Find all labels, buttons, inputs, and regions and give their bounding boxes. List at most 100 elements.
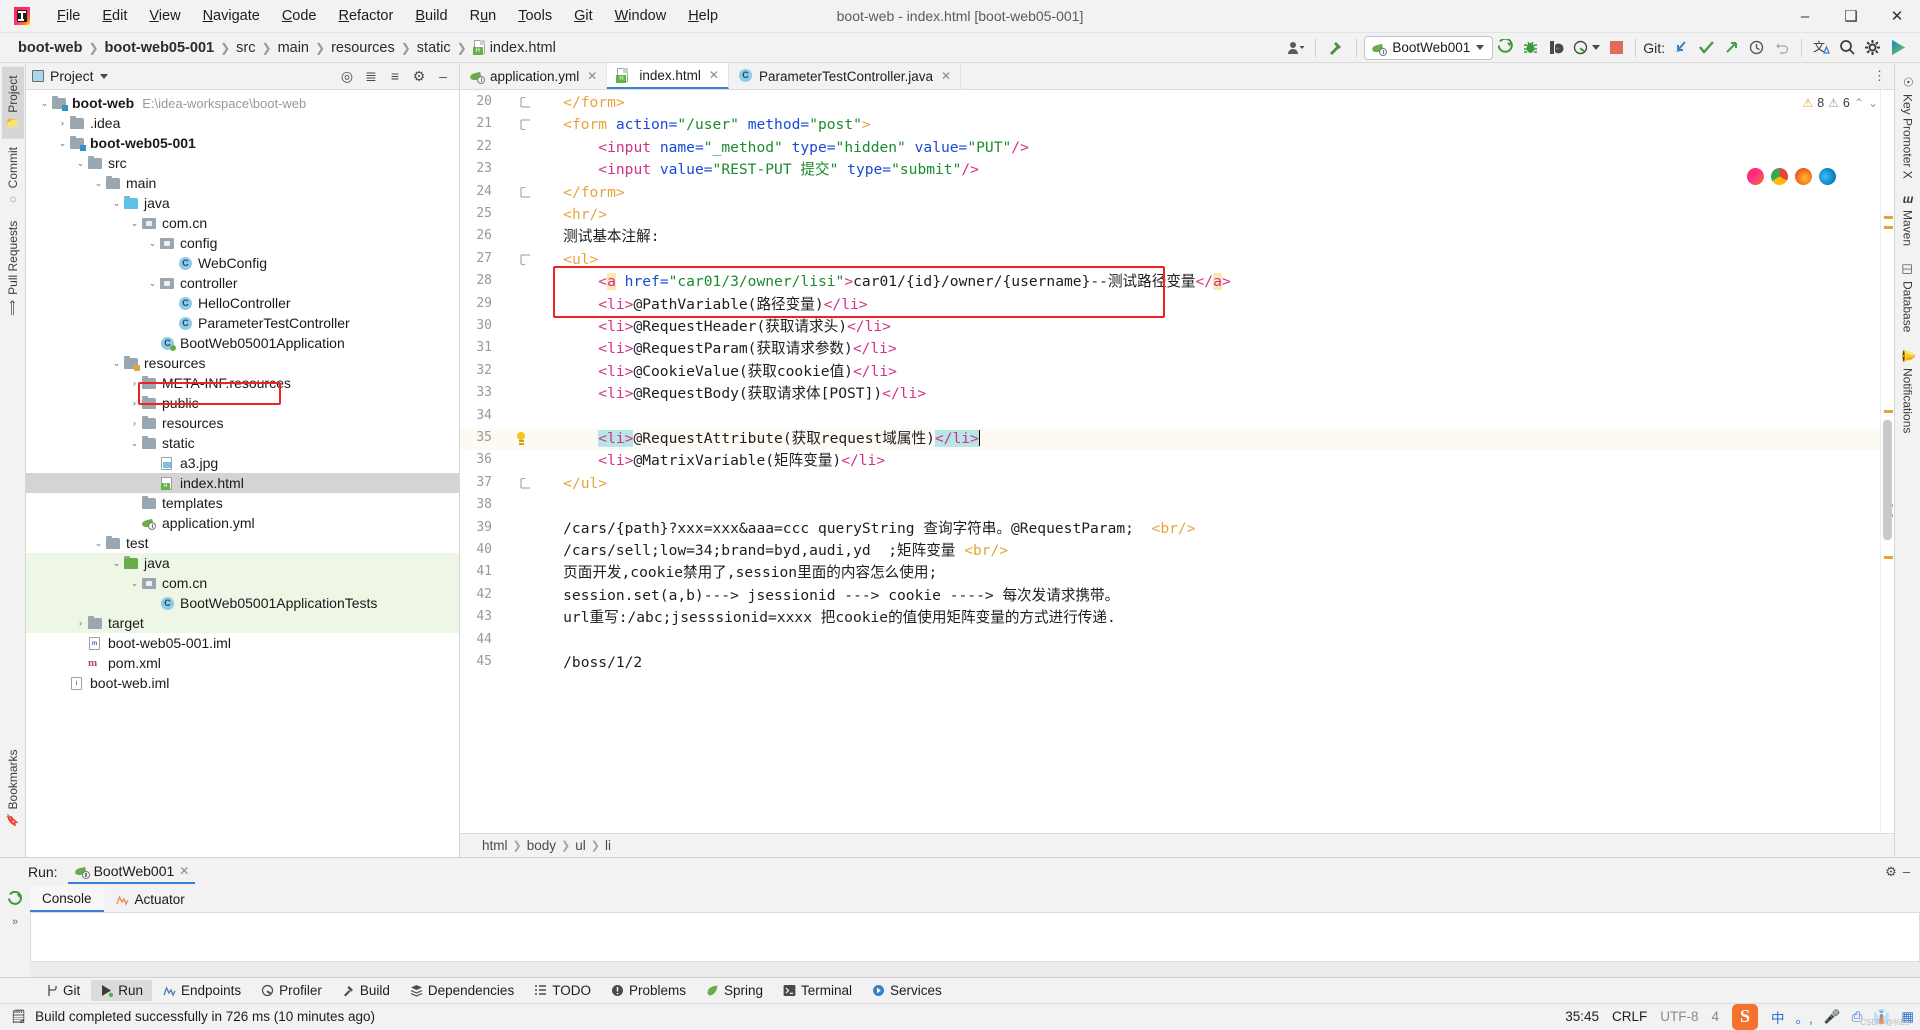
- sidebar-item-pull-requests[interactable]: ⟸ Pull Requests: [2, 213, 24, 324]
- tool-window-button-terminal[interactable]: Terminal: [774, 980, 861, 1001]
- chevron-down-icon[interactable]: [99, 73, 108, 79]
- editor-tabs-overflow[interactable]: ⋮: [1873, 63, 1894, 89]
- breadcrumb-item-src[interactable]: src: [232, 39, 259, 57]
- disclosure-arrow-icon[interactable]: ⌄: [74, 158, 87, 169]
- disclosure-arrow-icon[interactable]: ⌄: [110, 558, 123, 569]
- console-scrollbar[interactable]: [30, 961, 1920, 977]
- caret-position[interactable]: 35:45: [1565, 1009, 1599, 1024]
- disclosure-arrow-icon[interactable]: ⌄: [56, 138, 69, 149]
- tree-node-test[interactable]: ⌄ test: [26, 533, 459, 553]
- tree-node-parametertestcontroller[interactable]: C ParameterTestController: [26, 313, 459, 333]
- disclosure-arrow-icon[interactable]: ⌄: [92, 178, 105, 189]
- sidebar-item-commit[interactable]: ◌ Commit: [2, 139, 24, 213]
- sidebar-item-notifications[interactable]: 🔔 Notifications: [1897, 341, 1919, 442]
- tree-node-resources[interactable]: ⌄ resources: [26, 353, 459, 373]
- tab-index-html[interactable]: H index.html ✕: [607, 63, 729, 89]
- target-icon[interactable]: ◎: [337, 66, 357, 86]
- ime-mode[interactable]: 中: [1771, 1007, 1785, 1027]
- tool-window-button-build[interactable]: Build: [333, 980, 399, 1001]
- tree-node-java[interactable]: ⌄ java: [26, 193, 459, 213]
- minimize-button[interactable]: –: [1782, 0, 1828, 33]
- translate-icon[interactable]: 文: [1809, 36, 1835, 60]
- breadcrumb-item-module[interactable]: boot-web05-001: [101, 39, 219, 57]
- git-update-icon[interactable]: [1669, 36, 1694, 60]
- collapse-all-icon[interactable]: ≣: [361, 66, 381, 86]
- sidebar-item-bookmarks[interactable]: 🔖 Bookmarks: [2, 741, 24, 835]
- edge-icon[interactable]: [1819, 168, 1836, 185]
- tree-node-pom-xml[interactable]: m pom.xml: [26, 653, 459, 673]
- tree-node-templates[interactable]: templates: [26, 493, 459, 513]
- tab-console[interactable]: Console: [30, 886, 104, 912]
- tree-node-boot-web05-001[interactable]: ⌄ boot-web05-001: [26, 133, 459, 153]
- tab-actuator[interactable]: Actuator: [104, 886, 197, 912]
- error-stripe[interactable]: [1880, 90, 1894, 833]
- build-hammer-icon[interactable]: [1323, 36, 1349, 60]
- menu-build[interactable]: Build: [404, 4, 458, 28]
- user-icon[interactable]: [1283, 36, 1308, 60]
- menu-git[interactable]: Git: [563, 4, 604, 28]
- run-with-coverage-icon[interactable]: [1543, 36, 1568, 60]
- editor-scrollbar-thumb[interactable]: [1883, 420, 1892, 540]
- disclosure-arrow-icon[interactable]: ⌄: [146, 278, 159, 289]
- disclosure-arrow-icon[interactable]: ⌄: [38, 98, 51, 109]
- tree-node-config[interactable]: ⌄ config: [26, 233, 459, 253]
- close-icon[interactable]: ✕: [941, 69, 951, 83]
- breadcrumb-ul[interactable]: ul: [575, 838, 586, 853]
- expand-icon[interactable]: ≡: [385, 66, 405, 86]
- breadcrumb-body[interactable]: body: [527, 838, 556, 853]
- tree-node-controller[interactable]: ⌄ controller: [26, 273, 459, 293]
- tool-window-button-run[interactable]: Run: [91, 980, 153, 1001]
- disclosure-arrow-icon[interactable]: ›: [128, 398, 141, 408]
- tree-node-java[interactable]: ⌄ java: [26, 553, 459, 573]
- microphone-icon[interactable]: 🎤: [1824, 1009, 1841, 1025]
- console-output[interactable]: [30, 912, 1920, 961]
- breadcrumb-li[interactable]: li: [605, 838, 611, 853]
- jetbrains-browser-icon[interactable]: [1747, 168, 1764, 185]
- tree-node--idea[interactable]: › .idea: [26, 113, 459, 133]
- tree-node-main[interactable]: ⌄ main: [26, 173, 459, 193]
- disclosure-arrow-icon[interactable]: ›: [128, 418, 141, 428]
- tree-node-hellocontroller[interactable]: C HelloController: [26, 293, 459, 313]
- git-commit-icon[interactable]: [1694, 36, 1719, 60]
- stop-button[interactable]: [1604, 36, 1628, 60]
- disclosure-arrow-icon[interactable]: ⌄: [146, 238, 159, 249]
- disclosure-arrow-icon[interactable]: ⌄: [128, 218, 141, 229]
- indent-size[interactable]: 4: [1712, 1009, 1720, 1024]
- tree-node-boot-web[interactable]: ⌄ boot-web E:\idea-workspace\boot-web: [26, 93, 459, 113]
- sogou-s-icon[interactable]: S: [1732, 1003, 1759, 1030]
- project-tree[interactable]: ⌄ boot-web E:\idea-workspace\boot-web › .ide…: [26, 90, 459, 857]
- close-button[interactable]: ✕: [1874, 0, 1920, 33]
- ime-punctuation[interactable]: 。,: [1796, 1007, 1813, 1027]
- sidebar-item-project[interactable]: 📁 Project: [1, 67, 24, 139]
- menu-help[interactable]: Help: [677, 4, 729, 28]
- tool-window-button-todo[interactable]: TODO: [525, 980, 600, 1001]
- settings-gear-icon[interactable]: ⚙: [1885, 864, 1897, 880]
- tool-window-button-services[interactable]: Services: [863, 980, 951, 1001]
- event-log-icon[interactable]: 🗒: [10, 1009, 27, 1025]
- run-config-tab[interactable]: BootWeb001 ✕: [67, 860, 196, 884]
- tree-node-com-cn[interactable]: ⌄ com.cn: [26, 213, 459, 233]
- menu-code[interactable]: Code: [271, 4, 328, 28]
- debug-icon[interactable]: [1518, 36, 1543, 60]
- tree-node-target[interactable]: › target: [26, 613, 459, 633]
- settings-gear-icon[interactable]: [1860, 36, 1885, 60]
- menu-file[interactable]: File: [46, 4, 91, 28]
- tree-node-bootweb05001applicationtests[interactable]: C BootWeb05001ApplicationTests: [26, 593, 459, 613]
- hide-panel-icon[interactable]: –: [1903, 864, 1910, 880]
- breadcrumb-item-static[interactable]: static: [413, 39, 455, 57]
- menu-window[interactable]: Window: [604, 4, 678, 28]
- breadcrumb-html[interactable]: html: [482, 838, 508, 853]
- close-icon[interactable]: ✕: [709, 68, 719, 82]
- chevron-down-icon[interactable]: ⌄: [1868, 96, 1878, 110]
- editor-code[interactable]: </form> <form action="/user" method="pos…: [528, 90, 1880, 833]
- rollback-icon[interactable]: [1769, 36, 1794, 60]
- tool-window-button-profiler[interactable]: Profiler: [252, 980, 331, 1001]
- menu-tools[interactable]: Tools: [507, 4, 563, 28]
- tree-node-com-cn[interactable]: ⌄ com.cn: [26, 573, 459, 593]
- tree-node-a3-jpg[interactable]: a3.jpg: [26, 453, 459, 473]
- close-icon[interactable]: ✕: [587, 69, 597, 83]
- disclosure-arrow-icon[interactable]: ⌄: [128, 438, 141, 449]
- menu-refactor[interactable]: Refactor: [328, 4, 405, 28]
- tree-node-index-html[interactable]: Hindex.html: [26, 473, 459, 493]
- tab-parameter-test-controller[interactable]: C ParameterTestController.java ✕: [729, 63, 962, 89]
